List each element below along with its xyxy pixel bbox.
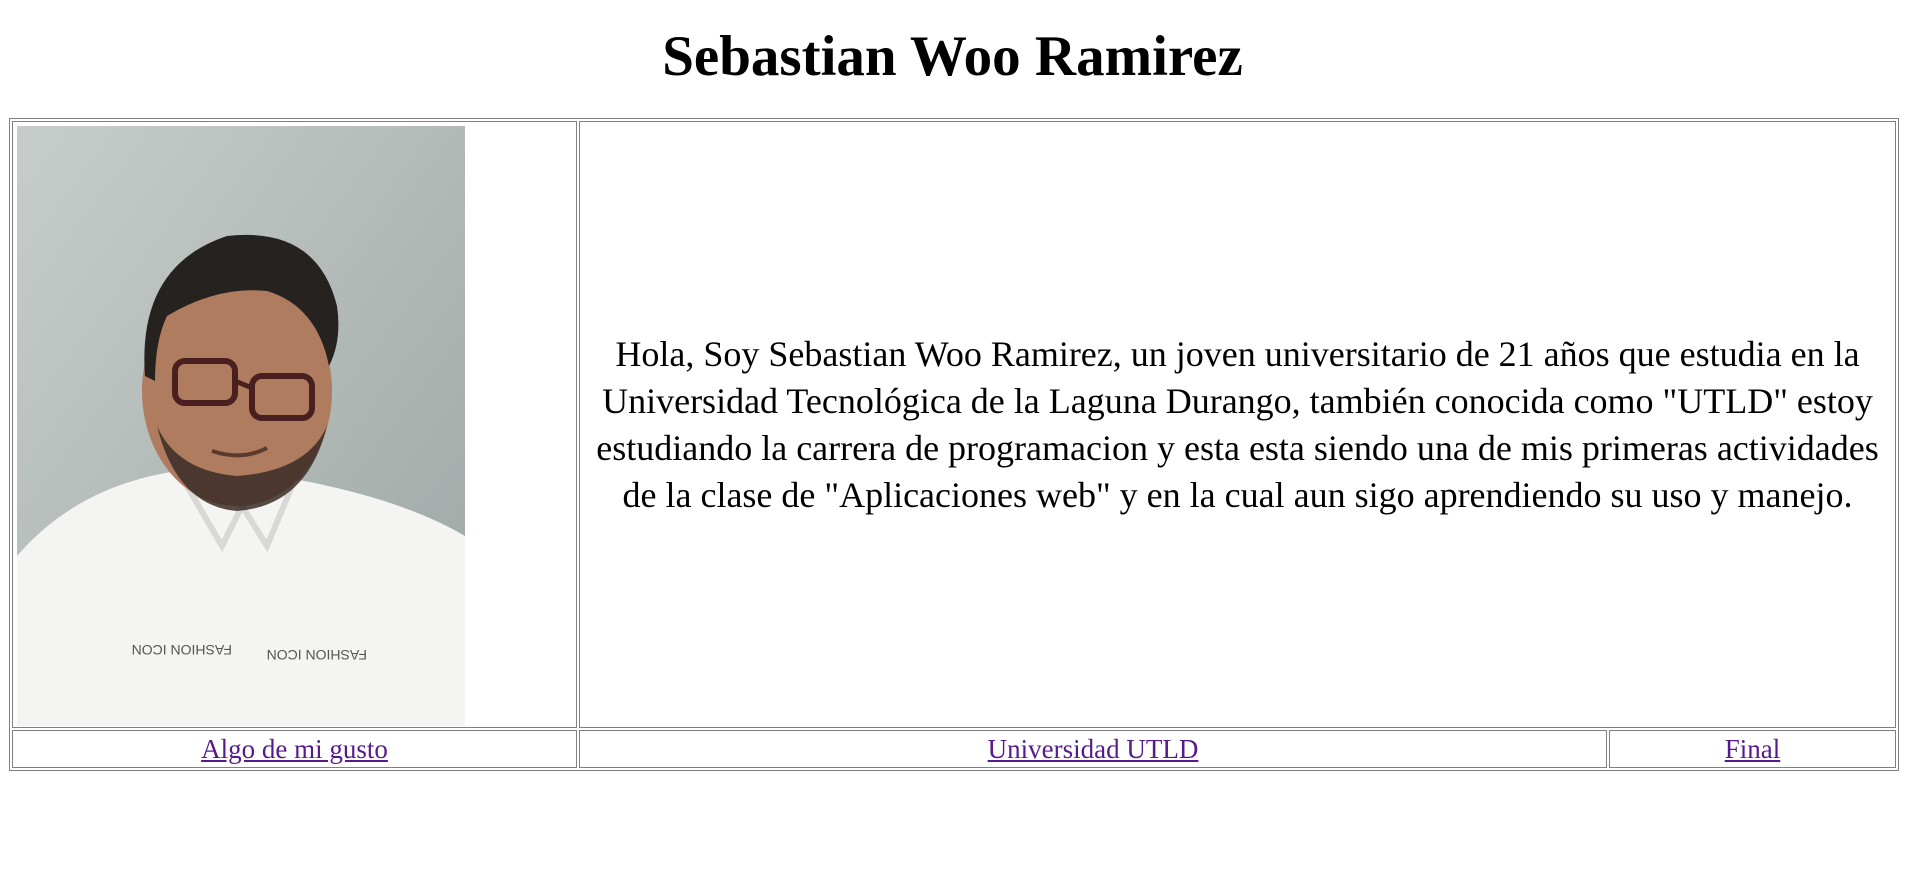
- profile-photo: FASHION ICON FASHION ICON: [17, 126, 465, 726]
- bio-text: Hola, Soy Sebastian Woo Ramirez, un jove…: [596, 333, 1879, 515]
- profile-table: FASHION ICON FASHION ICON Hola, Soy Seba…: [9, 118, 1899, 771]
- svg-text:FASHION ICON: FASHION ICON: [132, 642, 232, 658]
- page-title: Sebastian Woo Ramirez: [662, 25, 1243, 88]
- link-cell-universidad: Universidad UTLD: [579, 730, 1607, 768]
- bio-cell: Hola, Soy Sebastian Woo Ramirez, un jove…: [579, 121, 1896, 728]
- svg-text:FASHION ICON: FASHION ICON: [267, 647, 367, 663]
- final-link[interactable]: Final: [1725, 734, 1781, 764]
- gusto-link[interactable]: Algo de mi gusto: [201, 734, 388, 764]
- profile-row: FASHION ICON FASHION ICON Hola, Soy Seba…: [12, 121, 1896, 728]
- link-cell-final: Final: [1609, 730, 1896, 768]
- person-portrait-icon: FASHION ICON FASHION ICON: [17, 126, 465, 726]
- universidad-link[interactable]: Universidad UTLD: [988, 734, 1199, 764]
- photo-cell: FASHION ICON FASHION ICON: [12, 121, 577, 728]
- links-row: Algo de mi gusto Universidad UTLD Final: [12, 730, 1896, 768]
- link-cell-gusto: Algo de mi gusto: [12, 730, 577, 768]
